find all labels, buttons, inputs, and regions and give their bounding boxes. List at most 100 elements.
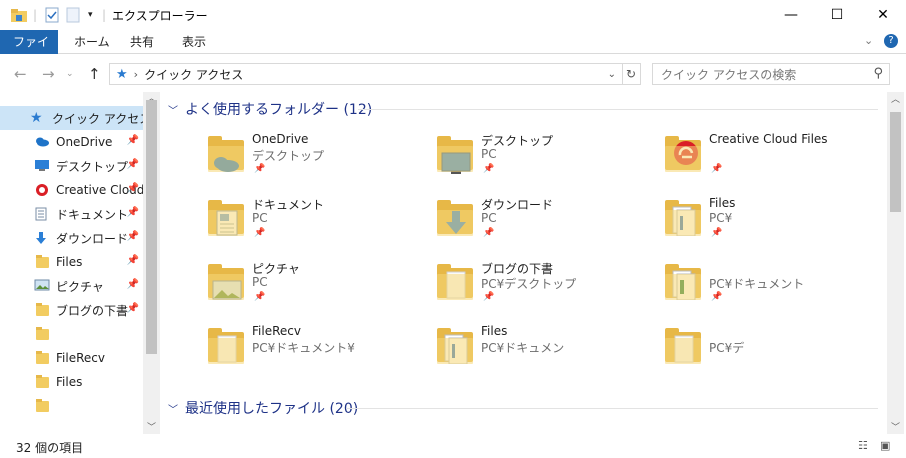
pin-icon: 📌: [254, 228, 266, 238]
nav-scroll-thumb[interactable]: [146, 100, 157, 354]
pin-icon: 📌: [126, 255, 139, 266]
star-icon: ★: [30, 110, 43, 126]
sidebar-item[interactable]: デスクトップ 📌: [0, 154, 143, 178]
pin-icon: 📌: [711, 228, 723, 238]
tile-location: PC¥: [709, 211, 733, 225]
customize-toolbar-icon[interactable]: ▾: [88, 6, 93, 24]
folder-icon: [34, 351, 50, 365]
close-button[interactable]: ✕: [860, 0, 906, 30]
sidebar-item[interactable]: OneDrive 📌: [0, 130, 143, 154]
pin-icon: 📌: [126, 183, 139, 194]
group-title: よく使用するフォルダー (12): [185, 102, 373, 118]
up-arrow-icon[interactable]: ↑: [88, 65, 101, 83]
maximize-button[interactable]: ☐: [814, 0, 860, 30]
folder-icon: [34, 255, 50, 269]
pin-icon: 📌: [711, 164, 723, 174]
folder-tile[interactable]: OneDrive デスクトップ 📌: [202, 128, 422, 190]
content-scrollbar[interactable]: ︿ ﹀: [887, 92, 904, 434]
documents-icon: [34, 207, 50, 221]
pin-icon: 📌: [126, 231, 139, 242]
pin-icon: 📌: [126, 303, 139, 314]
folder-tile[interactable]: FileRecv PC¥ドキュメント¥: [202, 320, 422, 382]
folder-folder-icon: [202, 320, 250, 368]
sidebar-item[interactable]: [0, 322, 143, 346]
details-view-icon[interactable]: ☷: [858, 439, 868, 452]
folder-tile[interactable]: ブログの下書 PC¥デスクトップ 📌: [431, 256, 651, 318]
tile-location: PC: [252, 211, 268, 225]
status-bar: 32 個の項目 ☷ ▣: [0, 434, 906, 458]
tab-share[interactable]: 共有: [117, 30, 167, 54]
separator: |: [33, 8, 38, 22]
onedrive-icon: [34, 135, 50, 149]
navigation-pane: ★ クイック アクセス OneDrive 📌 デスクトップ 📌 Creative Cloud…: [0, 92, 160, 434]
content-scroll-thumb[interactable]: [890, 112, 901, 212]
onedrive-folder-icon: [202, 128, 250, 176]
folder-tile[interactable]: Files PC¥ドキュメン: [431, 320, 651, 382]
group-title: 最近使用したファイル (20): [185, 401, 359, 417]
desktop-icon: [34, 159, 50, 173]
sidebar-item-label: FileRecv: [56, 351, 105, 365]
sidebar-item-label: デスクトップ: [56, 159, 129, 174]
search-input[interactable]: クイック アクセスの検索 ⚲: [652, 63, 890, 85]
sidebar-item[interactable]: ★ クイック アクセス: [0, 106, 143, 130]
sidebar-item[interactable]: FileRecv: [0, 346, 143, 370]
sidebar-item[interactable]: ブログの下書 📌: [0, 298, 143, 322]
pin-icon: 📌: [254, 164, 266, 174]
sidebar-item-label: ドキュメント: [56, 207, 129, 222]
folder-tile[interactable]: ダウンロード PC 📌: [431, 192, 651, 254]
tile-name: Files: [709, 196, 736, 210]
docs-folder-folder-icon: [659, 192, 707, 240]
tab-view[interactable]: 表示: [169, 30, 219, 54]
address-dropdown-icon[interactable]: ⌄: [608, 69, 616, 80]
pin-icon: 📌: [126, 135, 139, 146]
folder-tile[interactable]: デスクトップ PC 📌: [431, 128, 651, 190]
sidebar-item[interactable]: ドキュメント 📌: [0, 202, 143, 226]
folder-tile[interactable]: ドキュメント PC 📌: [202, 192, 422, 254]
sidebar-item[interactable]: [0, 394, 143, 418]
creative-cloud-icon: [34, 183, 50, 197]
sidebar-item[interactable]: ダウンロード 📌: [0, 226, 143, 250]
tile-name: Files: [481, 324, 508, 338]
expand-ribbon-icon[interactable]: ⌄: [864, 34, 873, 47]
folder-icon: [34, 375, 50, 389]
folder-tile[interactable]: PC¥ドキュメント 📌: [659, 256, 879, 318]
help-button[interactable]: ?: [884, 34, 898, 48]
tile-name: FileRecv: [252, 324, 301, 338]
group-header-recent[interactable]: ﹀ 最近使用したファイル (20): [168, 397, 358, 419]
nav-scrollbar[interactable]: ︿ ﹀: [143, 92, 160, 434]
folder-tile[interactable]: Files PC¥ 📌: [659, 192, 879, 254]
sidebar-item-label: ダウンロード: [56, 231, 129, 246]
back-arrow-icon[interactable]: ←: [14, 65, 27, 83]
pin-icon: 📌: [483, 164, 495, 174]
folder-folder-icon: [659, 320, 707, 368]
creative-folder-icon: [659, 128, 707, 176]
folder-tile[interactable]: Creative Cloud Files 📌: [659, 128, 879, 190]
documents-folder-icon: [202, 192, 250, 240]
sidebar-item[interactable]: ピクチャ 📌: [0, 274, 143, 298]
recent-locations-icon[interactable]: ⌄: [66, 69, 74, 79]
ribbon-tabs: ファイル ホーム 共有 表示 ⌄ ?: [0, 30, 906, 73]
address-bar[interactable]: ★ › クイック アクセス ⌄: [109, 63, 623, 85]
tile-name: Creative Cloud Files: [709, 132, 828, 146]
minimize-button[interactable]: —: [768, 0, 814, 30]
group-header-frequent[interactable]: ﹀ よく使用するフォルダー (12): [168, 98, 372, 120]
new-folder-icon[interactable]: [66, 6, 80, 24]
folder-tile[interactable]: PC¥デ: [659, 320, 879, 382]
properties-icon[interactable]: [45, 6, 59, 24]
chevron-down-icon: ﹀: [168, 105, 178, 117]
tile-location: PC¥ドキュメント¥: [252, 341, 355, 355]
sidebar-item[interactable]: Files: [0, 370, 143, 394]
sidebar-item[interactable]: Creative Cloud Files📌: [0, 178, 143, 202]
tab-home[interactable]: ホーム: [61, 30, 123, 54]
tile-location: PC: [481, 147, 497, 161]
star-icon: ★: [116, 66, 128, 82]
large-icons-view-icon[interactable]: ▣: [880, 439, 890, 452]
sidebar-item[interactable]: Files 📌: [0, 250, 143, 274]
forward-arrow-icon[interactable]: →: [42, 65, 55, 83]
refresh-icon[interactable]: ↻: [622, 63, 641, 85]
tile-location: デスクトップ: [252, 149, 325, 163]
pin-icon: 📌: [126, 279, 139, 290]
tab-file[interactable]: ファイル: [0, 30, 58, 73]
pin-icon: 📌: [254, 292, 266, 302]
folder-tile[interactable]: ピクチャ PC 📌: [202, 256, 422, 318]
